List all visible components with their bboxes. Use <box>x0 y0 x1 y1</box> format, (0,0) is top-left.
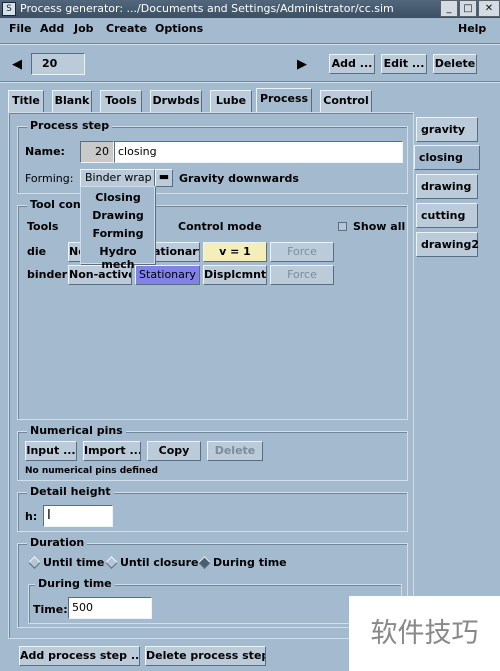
text-cursor-icon: I <box>47 508 51 523</box>
app-icon: S <box>2 2 16 16</box>
dropdown-arrow-icon: ▬ <box>158 170 170 183</box>
tab-drwbds[interactable]: Drwbds <box>150 90 202 112</box>
until-time-label: Until time <box>43 556 105 569</box>
until-closure-label: Until closure <box>120 556 199 569</box>
show-all-checkbox[interactable] <box>338 222 347 231</box>
edit-button[interactable]: Edit ... <box>381 54 427 74</box>
step-tab-cutting[interactable]: cutting <box>416 203 478 228</box>
watermark: 软件技巧 <box>349 596 500 671</box>
minimize-button[interactable]: _ <box>440 0 458 17</box>
step-number-display: 20 <box>80 141 114 163</box>
tab-title[interactable]: Title <box>8 90 44 112</box>
tab-control[interactable]: Control <box>320 90 372 112</box>
minimize-icon: _ <box>446 3 452 14</box>
forming-select-arrow[interactable]: ▬ <box>155 169 173 187</box>
tool-name-die: die <box>27 245 47 258</box>
close-icon: ✕ <box>484 3 494 14</box>
menu-create[interactable]: Create <box>106 22 147 35</box>
time-input[interactable]: 500 <box>68 597 152 619</box>
duration-title: Duration <box>27 536 88 549</box>
add-process-step-button[interactable]: Add process step ... <box>19 646 140 666</box>
tool-control-group <box>17 205 408 420</box>
menu-separator <box>0 43 500 45</box>
pins-import-button[interactable]: Import ... <box>83 441 141 461</box>
forming-option-closing[interactable]: Closing <box>81 191 155 204</box>
maximize-button[interactable]: □ <box>459 0 477 17</box>
toolbar-separator <box>0 81 500 83</box>
step-tab-drawing[interactable]: drawing <box>416 174 478 199</box>
control-mode-header: Control mode <box>178 220 262 233</box>
pins-delete-button[interactable]: Delete <box>207 441 263 461</box>
step-tab-drawing2[interactable]: drawing2 <box>416 232 479 257</box>
window-title: Process generator: .../Documents and Set… <box>20 2 394 15</box>
step-tab-closing[interactable]: closing <box>414 145 480 170</box>
tools-header: Tools <box>27 220 59 233</box>
forming-dropdown-menu: Closing Drawing Forming Hydro mech <box>80 186 155 271</box>
close-button[interactable]: ✕ <box>478 0 500 17</box>
forming-option-drawing[interactable]: Drawing <box>81 209 155 222</box>
forming-label: Forming: <box>25 172 74 185</box>
pins-status-text: No numerical pins defined <box>25 466 158 476</box>
binder-force-button[interactable]: Force <box>270 265 334 285</box>
menu-file[interactable]: File <box>9 22 32 35</box>
pins-copy-button[interactable]: Copy <box>147 441 201 461</box>
delete-process-step-button[interactable]: Delete process step <box>145 646 266 666</box>
tab-lube[interactable]: Lube <box>210 90 252 112</box>
die-displacement-button[interactable]: v = 1 <box>203 242 267 262</box>
forming-select[interactable]: Binder wrap <box>80 169 155 187</box>
during-time-title: During time <box>35 577 115 590</box>
binder-displacement-button[interactable]: Displcmnt <box>203 265 267 285</box>
menu-job[interactable]: Job <box>74 22 94 35</box>
maximize-icon: □ <box>463 3 473 14</box>
process-step-title: Process step <box>27 119 113 132</box>
die-force-button[interactable]: Force <box>270 242 334 262</box>
add-button[interactable]: Add ... <box>329 54 375 74</box>
gravity-label: Gravity downwards <box>179 172 299 185</box>
step-name-input[interactable]: closing <box>114 141 403 163</box>
step-number-field[interactable]: 20 <box>31 53 85 75</box>
show-all-label: Show all <box>353 220 406 233</box>
h-input[interactable] <box>43 505 113 527</box>
step-tab-gravity[interactable]: gravity <box>416 117 478 142</box>
menu-add[interactable]: Add <box>40 22 64 35</box>
forming-option-forming[interactable]: Forming <box>81 227 155 240</box>
menu-help[interactable]: Help <box>458 22 486 35</box>
tab-blank[interactable]: Blank <box>52 90 92 112</box>
numerical-pins-title: Numerical pins <box>27 424 126 437</box>
step-prev-icon[interactable]: ◀ <box>12 57 22 72</box>
tab-tools[interactable]: Tools <box>100 90 142 112</box>
tool-name-binder: binder <box>27 268 68 281</box>
name-label: Name: <box>25 145 65 158</box>
forming-option-hydro-mech[interactable]: Hydro mech <box>81 245 155 271</box>
delete-button[interactable]: Delete <box>433 54 477 74</box>
pins-input-button[interactable]: Input ... <box>25 441 77 461</box>
die-stationary-button[interactable]: ationary <box>152 242 200 262</box>
step-next-icon[interactable]: ▶ <box>297 57 307 72</box>
during-time-label: During time <box>213 556 287 569</box>
time-label: Time: <box>33 603 68 616</box>
menu-options[interactable]: Options <box>155 22 203 35</box>
window-title-bar: S Process generator: .../Documents and S… <box>0 0 500 18</box>
menu-bar: File Add Job Create Options Help <box>0 18 500 42</box>
tab-process[interactable]: Process <box>256 88 312 113</box>
h-label: h: <box>25 510 38 523</box>
detail-height-title: Detail height <box>27 485 114 498</box>
